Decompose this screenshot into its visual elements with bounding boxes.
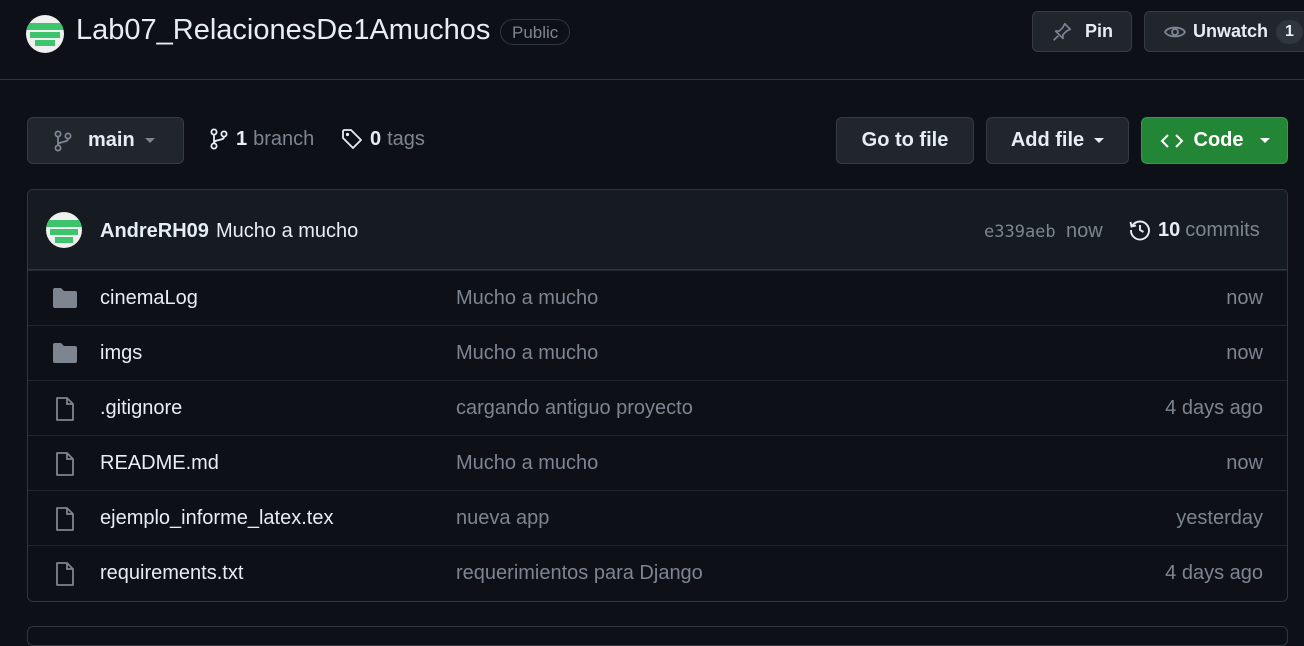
branch-select-button[interactable]: main — [27, 117, 184, 164]
branch-name: main — [88, 129, 135, 151]
add-file-label: Add file — [1010, 129, 1085, 151]
file-name-link[interactable]: README.md — [100, 452, 219, 475]
file-commit-time: 4 days ago — [1165, 397, 1263, 419]
file-icon — [52, 396, 78, 427]
chevron-down-icon — [144, 138, 155, 143]
file-name-link[interactable]: .gitignore — [100, 397, 182, 420]
file-commit-time: now — [1226, 342, 1263, 364]
folder-icon — [52, 286, 78, 315]
file-row[interactable]: requirements.txt requerimientos para Djan… — [28, 545, 1287, 600]
repo-name-link[interactable]: Lab07_RelacionesDe1Amuchos — [76, 14, 490, 47]
repo-header: Lab07_RelacionesDe1Amuchos Public Pin Un… — [0, 0, 1304, 80]
code-icon — [1160, 133, 1183, 148]
file-commit-time: yesterday — [1176, 507, 1263, 529]
commit-sha-link[interactable]: e339aeb — [984, 222, 1056, 242]
file-icon — [52, 561, 78, 592]
file-commit-message-link[interactable]: requerimientos para Django — [456, 562, 703, 585]
author-avatar[interactable] — [46, 212, 82, 248]
tag-icon — [342, 129, 362, 149]
file-row[interactable]: cinemaLog Mucho a mucho now — [28, 270, 1287, 325]
unwatch-label: Unwatch — [1193, 21, 1269, 41]
chevron-down-icon — [1259, 138, 1270, 143]
eye-icon — [1163, 26, 1187, 37]
file-name-link[interactable]: imgs — [100, 342, 142, 365]
readme-box — [27, 626, 1288, 646]
visibility-badge: Public — [500, 19, 571, 45]
file-name-link[interactable]: cinemaLog — [100, 287, 198, 310]
commit-author-link[interactable]: AndreRH09 — [100, 220, 209, 243]
branch-count: 1 — [236, 127, 248, 150]
file-icon — [52, 451, 78, 482]
pin-button[interactable]: Pin — [1032, 11, 1132, 52]
watch-count: 1 — [1276, 19, 1303, 44]
chevron-down-icon — [1094, 138, 1105, 143]
file-row[interactable]: .gitignore cargando antiguo proyecto 4 day… — [28, 380, 1287, 435]
file-commit-message-link[interactable]: Mucho a mucho — [456, 342, 598, 365]
tag-label: tags — [387, 127, 425, 150]
tag-count: 0 — [370, 127, 382, 150]
file-browser: AndreRH09 Mucho a mucho e339aeb now 10 c… — [27, 189, 1288, 602]
code-button[interactable]: Code — [1141, 117, 1288, 164]
file-name-link[interactable]: ejemplo_informe_latex.tex — [100, 507, 333, 530]
file-row[interactable]: README.md Mucho a mucho now — [28, 435, 1287, 490]
commit-count: 10 — [1158, 218, 1181, 241]
pin-label: Pin — [1084, 21, 1113, 41]
add-file-button[interactable]: Add file — [986, 117, 1129, 164]
file-commit-time: now — [1226, 287, 1263, 309]
tags-link[interactable]: 0 tags — [340, 127, 425, 151]
unwatch-button[interactable]: Unwatch 1 — [1144, 11, 1304, 52]
commit-message-link[interactable]: Mucho a mucho — [216, 220, 358, 243]
pin-icon — [1053, 22, 1072, 41]
latest-commit-bar: AndreRH09 Mucho a mucho e339aeb now 10 c… — [28, 190, 1287, 270]
branches-link[interactable]: 1 branch — [208, 127, 314, 151]
file-commit-message-link[interactable]: Mucho a mucho — [456, 452, 598, 475]
file-commit-time: 4 days ago — [1165, 562, 1263, 584]
folder-icon — [52, 341, 78, 370]
commits-link[interactable]: 10 commits — [1128, 218, 1260, 242]
go-to-file-label: Go to file — [861, 129, 949, 151]
code-label: Code — [1193, 129, 1244, 151]
commit-time: now — [1066, 220, 1103, 242]
branch-label: branch — [253, 127, 315, 150]
file-row[interactable]: imgs Mucho a mucho now — [28, 325, 1287, 380]
file-commit-message-link[interactable]: Mucho a mucho — [456, 287, 598, 310]
file-commit-message-link[interactable]: nueva app — [456, 507, 549, 530]
file-icon — [52, 506, 78, 537]
history-icon — [1129, 220, 1150, 241]
owner-avatar[interactable] — [26, 15, 64, 53]
go-to-file-button[interactable]: Go to file — [836, 117, 974, 164]
commit-label: commits — [1185, 218, 1260, 241]
git-branch-icon — [210, 128, 228, 150]
file-row[interactable]: ejemplo_informe_latex.tex nueva app yester… — [28, 490, 1287, 545]
file-name-link[interactable]: requirements.txt — [100, 562, 243, 585]
git-branch-icon — [54, 130, 72, 151]
file-commit-time: now — [1226, 452, 1263, 474]
file-commit-message-link[interactable]: cargando antiguo proyecto — [456, 397, 693, 420]
